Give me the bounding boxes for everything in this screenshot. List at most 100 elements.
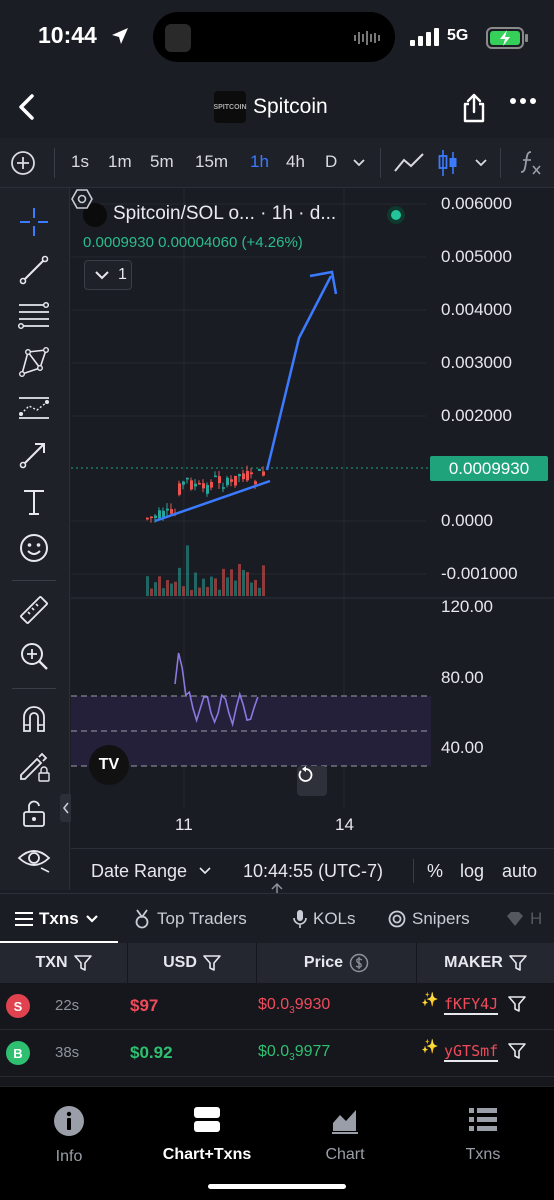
timeframe-15m[interactable]: 15m [195,152,228,172]
candle-body [170,509,173,514]
volume-bar [158,576,161,596]
timeframe-1s[interactable]: 1s [71,152,89,172]
tab-snipers[interactable]: Snipers [388,909,470,929]
currency-toggle-icon[interactable] [349,953,369,973]
maker-sparkle-icon: ✨ [421,1038,439,1054]
bottom-tab-chart-txns[interactable]: Chart+Txns [138,1105,276,1164]
volume-bar [202,578,205,596]
maker-sparkle-icon: ✨ [421,991,439,1007]
candle-body [150,516,153,519]
tab-holders-label: H [530,909,543,928]
txn-age: 22s [55,997,80,1014]
percent-scale-toggle[interactable]: % [427,861,443,882]
rsi-axis-label: 40.00 [441,738,484,757]
bottom-tab-txns[interactable]: Txns [414,1105,552,1164]
target-icon [388,910,406,928]
pattern-tool-icon[interactable] [16,344,52,380]
arrow-tool-icon[interactable] [16,436,52,472]
reset-chart-button[interactable] [297,766,327,796]
volume-bar [206,586,209,596]
toolbar-divider [500,148,501,178]
fib-retracement-tool-icon[interactable] [16,298,52,334]
date-range-chevron-down-icon[interactable] [199,866,211,875]
timeframe-5m[interactable]: 5m [150,152,174,172]
chevron-left-icon [62,802,69,814]
emoji-tool-icon[interactable] [16,530,52,566]
bottom-tab-chart[interactable]: Chart [276,1105,414,1164]
status-bar: 10:44 5G [0,0,554,78]
area-chart-icon [332,1110,358,1134]
timezone-clock[interactable]: 10:44:55 (UTC-7) [243,861,383,882]
price-chart[interactable]: Spitcoin/SOL o... · 1h · d... 0.0009930 … [71,188,554,890]
crosshair-tool-icon[interactable] [16,204,52,240]
add-indicator-icon[interactable] [10,150,36,176]
filter-icon[interactable] [73,955,92,971]
column-header-txn[interactable]: TXN [0,943,128,983]
log-scale-toggle[interactable]: log [460,861,484,882]
chart-type-chevron-down-icon[interactable] [474,158,488,168]
chart-settings-icon[interactable] [71,188,93,210]
trend-line-tool-icon[interactable] [16,252,52,288]
filter-icon[interactable] [508,996,526,1012]
prediction-tool-icon[interactable] [16,390,52,426]
tab-top-traders[interactable]: Top Traders [133,909,247,929]
more-options-icon[interactable] [510,96,536,106]
toolbar-divider [380,148,381,178]
chart-footer: Date Range 10:44:55 (UTC-7) % log auto [71,848,554,890]
volume-bar [190,589,193,596]
maker-address[interactable]: fKFY4J [444,995,499,1015]
table-row[interactable]: B 38s $0.92 $0.039977 ✨ yGTSmf [0,1030,554,1077]
filter-icon[interactable] [203,955,221,971]
legend-title[interactable]: Spitcoin/SOL o... · 1h · d... [113,203,336,225]
battery-charging-icon [486,27,528,49]
filter-icon[interactable] [509,955,527,971]
list-icon [469,1108,497,1131]
candle-body [194,483,197,487]
tab-txns[interactable]: Txns [15,909,99,929]
text-tool-icon[interactable] [16,484,52,520]
lock-drawing-pencil-icon[interactable] [16,748,52,784]
tab-kols[interactable]: KOLs [293,909,356,929]
table-row[interactable]: S 22s $97 $0.039930 ✨ fKFY4J [0,983,554,1030]
filter-icon[interactable] [508,1043,526,1059]
volume-bar [222,568,225,596]
chevron-down-icon [85,915,98,923]
candle-body [178,483,181,495]
volume-bar [230,569,233,596]
tab-top-traders-label: Top Traders [157,909,247,928]
candlestick-icon[interactable] [437,148,459,178]
projection-arrow-line [265,275,333,471]
auto-scale-toggle[interactable]: auto [502,861,537,882]
column-header-maker[interactable]: MAKER [417,943,554,983]
timeframe-4h[interactable]: 4h [286,152,305,172]
volume-bar [262,565,265,596]
zoom-in-icon[interactable] [16,638,52,674]
magnet-tool-icon[interactable] [16,701,52,737]
bottom-tab-info[interactable]: Info [0,1105,138,1166]
nav-header: SPITCOIN Spitcoin [0,78,554,138]
indicator-collapse-toggle[interactable]: 1 [84,260,132,290]
volume-bar [170,583,173,596]
back-arrow-icon[interactable] [14,92,40,122]
timeframe-1h[interactable]: 1h [250,152,269,172]
indicators-fx-icon[interactable] [518,148,544,178]
maker-address[interactable]: yGTSmf [444,1042,499,1062]
timeframe-d[interactable]: D [325,152,337,172]
hide-drawings-eye-icon[interactable] [16,840,52,876]
timeframe-1m[interactable]: 1m [108,152,132,172]
tab-holders[interactable]: H [506,909,542,929]
volume-bar [146,576,149,596]
line-chart-type-icon[interactable] [393,151,425,175]
ruler-tool-icon[interactable] [16,592,52,628]
volume-bar [238,563,241,596]
audio-wave-icon [354,31,380,45]
buy-badge: B [6,1041,30,1065]
unlock-icon[interactable] [16,795,52,831]
share-icon[interactable] [460,92,488,124]
chevron-down-icon [95,271,109,280]
tradingview-logo[interactable]: TV [89,745,129,785]
timeframe-chevron-down-icon[interactable] [352,158,366,168]
column-header-usd[interactable]: USD [128,943,257,983]
column-header-price[interactable]: Price [257,943,417,983]
date-range-button[interactable]: Date Range [91,861,187,882]
